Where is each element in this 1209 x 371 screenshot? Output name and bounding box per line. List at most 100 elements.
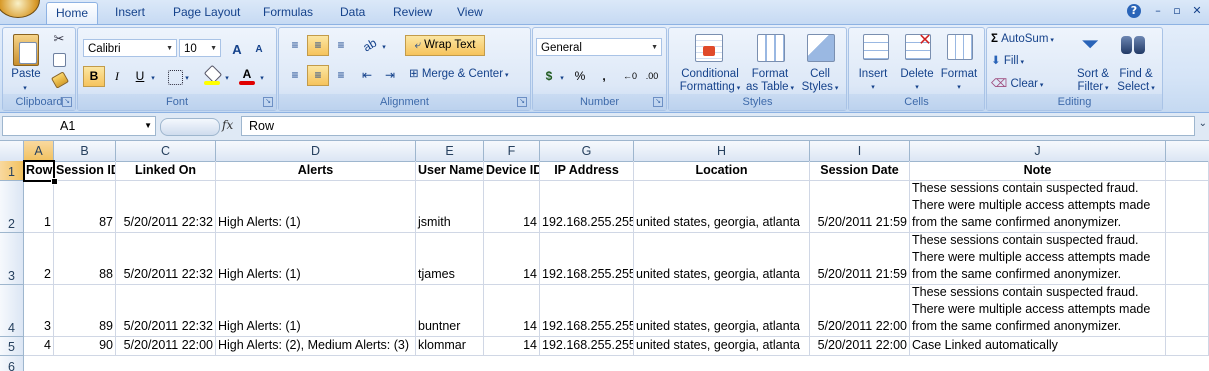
column-header-k[interactable] — [1166, 141, 1209, 161]
sort-filter-button[interactable]: Sort & Filter ▾ — [1071, 68, 1115, 95]
cell-h1[interactable]: Location — [634, 161, 810, 181]
cell-e1[interactable]: User Name — [416, 161, 484, 181]
select-all-corner[interactable] — [0, 141, 24, 161]
cell-b2[interactable]: 87 — [54, 181, 116, 233]
merge-center-button[interactable]: ⊞ Merge & Center ▾ — [409, 68, 525, 82]
column-header-g[interactable]: G — [540, 141, 634, 161]
cut-icon[interactable]: ✂ — [51, 32, 67, 45]
column-header-a[interactable]: A — [24, 141, 54, 161]
cell-j5[interactable]: Case Linked automatically — [910, 337, 1166, 356]
insert-function-icon[interactable]: fx — [222, 118, 233, 132]
close-icon[interactable]: ✕ — [1190, 4, 1204, 18]
cell-a5[interactable]: 4 — [24, 337, 54, 356]
cell-c1[interactable]: Linked On — [116, 161, 216, 181]
help-icon[interactable]: ? — [1127, 4, 1141, 18]
grow-font-button[interactable]: A — [226, 39, 248, 60]
cell-k3[interactable] — [1166, 233, 1209, 285]
row-header-1[interactable]: 1 — [0, 161, 24, 181]
empty-row-6[interactable] — [24, 356, 1209, 371]
shrink-font-button[interactable]: A — [248, 39, 270, 60]
formula-bar-splitter[interactable] — [160, 118, 220, 136]
number-format-box[interactable]: General ▼ — [536, 38, 662, 56]
cell-d1[interactable]: Alerts — [216, 161, 416, 181]
insert-button[interactable]: Insert ▾ — [851, 68, 895, 94]
tab-data[interactable]: Data — [331, 2, 374, 23]
column-header-c[interactable]: C — [116, 141, 216, 161]
cell-j1[interactable]: Note — [910, 161, 1166, 181]
fill-color-dropdown-icon[interactable]: ▾ — [223, 72, 231, 85]
name-box[interactable]: A1 ▼ — [2, 116, 156, 136]
wrap-text-button[interactable]: ⤶ Wrap Text — [405, 35, 485, 56]
cell-f3[interactable]: 14 — [484, 233, 540, 285]
cell-c5[interactable]: 5/20/2011 22:00 — [116, 337, 216, 356]
cell-a1[interactable]: Row — [24, 161, 54, 181]
font-size-box[interactable]: 10 ▼ — [179, 39, 221, 57]
tab-page-layout[interactable]: Page Layout — [164, 2, 249, 23]
cell-h2[interactable]: united states, georgia, atlanta — [634, 181, 810, 233]
underline-dropdown-icon[interactable]: ▾ — [149, 72, 157, 85]
font-name-box[interactable]: Calibri ▼ — [83, 39, 177, 57]
column-header-d[interactable]: D — [216, 141, 416, 161]
tab-review[interactable]: Review — [384, 2, 441, 23]
clipboard-launcher-icon[interactable]: ↘ — [62, 97, 72, 107]
column-header-f[interactable]: F — [484, 141, 540, 161]
cell-b4[interactable]: 89 — [54, 285, 116, 337]
cell-g5[interactable]: 192.168.255.255 — [540, 337, 634, 356]
cell-k4[interactable] — [1166, 285, 1209, 337]
row-header-5[interactable]: 5 — [0, 337, 24, 356]
decrease-indent-icon[interactable]: ⇤ — [356, 65, 378, 86]
cell-g2[interactable]: 192.168.255.255 — [540, 181, 634, 233]
cell-k5[interactable] — [1166, 337, 1209, 356]
cell-h3[interactable]: united states, georgia, atlanta — [634, 233, 810, 285]
font-launcher-icon[interactable]: ↘ — [263, 97, 273, 107]
cell-f1[interactable]: Device ID — [484, 161, 540, 181]
cell-a3[interactable]: 2 — [24, 233, 54, 285]
tab-formulas[interactable]: Formulas — [254, 2, 322, 23]
increase-indent-icon[interactable]: ⇥ — [379, 65, 401, 86]
cell-e5[interactable]: klommar — [416, 337, 484, 356]
alignment-launcher-icon[interactable]: ↘ — [517, 97, 527, 107]
cell-k2[interactable] — [1166, 181, 1209, 233]
decrease-decimal-icon[interactable]: .00 — [641, 66, 663, 87]
clear-button[interactable]: ⌫ Clear ▾ — [991, 78, 1075, 92]
copy-icon[interactable] — [53, 53, 66, 67]
cell-c2[interactable]: 5/20/2011 22:32 — [116, 181, 216, 233]
minimize-icon[interactable]: – — [1151, 4, 1165, 18]
align-right-icon[interactable]: ≡ — [330, 65, 352, 86]
align-bottom-icon[interactable]: ≡ — [330, 35, 352, 56]
cell-i4[interactable]: 5/20/2011 22:00 — [810, 285, 910, 337]
find-select-button[interactable]: Find & Select ▾ — [1113, 68, 1159, 95]
row-header-3[interactable]: 3 — [0, 233, 24, 285]
cell-d3[interactable]: High Alerts: (1) — [216, 233, 416, 285]
cell-j4[interactable]: These sessions contain suspected fraud. T… — [910, 285, 1166, 337]
fill-handle[interactable] — [51, 178, 58, 185]
comma-button[interactable]: , — [593, 66, 615, 87]
cell-d4[interactable]: High Alerts: (1) — [216, 285, 416, 337]
cell-i2[interactable]: 5/20/2011 21:59 — [810, 181, 910, 233]
format-button[interactable]: Format ▾ — [937, 68, 981, 94]
italic-button[interactable]: I — [106, 66, 128, 87]
cell-g1[interactable]: IP Address — [540, 161, 634, 181]
cell-f4[interactable]: 14 — [484, 285, 540, 337]
cell-k1[interactable] — [1166, 161, 1209, 181]
cell-c3[interactable]: 5/20/2011 22:32 — [116, 233, 216, 285]
cell-f2[interactable]: 14 — [484, 181, 540, 233]
cell-d2[interactable]: High Alerts: (1) — [216, 181, 416, 233]
row-header-6[interactable]: 6 — [0, 356, 24, 371]
format-painter-icon[interactable] — [50, 71, 70, 89]
name-box-dropdown-icon[interactable]: ▼ — [144, 117, 152, 135]
autosum-button[interactable]: Σ AutoSum ▾ — [991, 33, 1075, 47]
cell-c4[interactable]: 5/20/2011 22:32 — [116, 285, 216, 337]
currency-dropdown-icon[interactable]: ▾ — [558, 72, 566, 85]
number-launcher-icon[interactable]: ↘ — [653, 97, 663, 107]
format-as-table-button[interactable]: Format as Table ▾ — [745, 68, 795, 95]
align-middle-icon[interactable]: ≡ — [307, 35, 329, 56]
cell-h5[interactable]: united states, georgia, atlanta — [634, 337, 810, 356]
cell-a4[interactable]: 3 — [24, 285, 54, 337]
bold-button[interactable]: B — [83, 66, 105, 87]
cell-f5[interactable]: 14 — [484, 337, 540, 356]
cell-b1[interactable]: Session ID — [54, 161, 116, 181]
align-center-icon[interactable]: ≡ — [307, 65, 329, 86]
row-header-2[interactable]: 2 — [0, 181, 24, 233]
row-header-4[interactable]: 4 — [0, 285, 24, 337]
